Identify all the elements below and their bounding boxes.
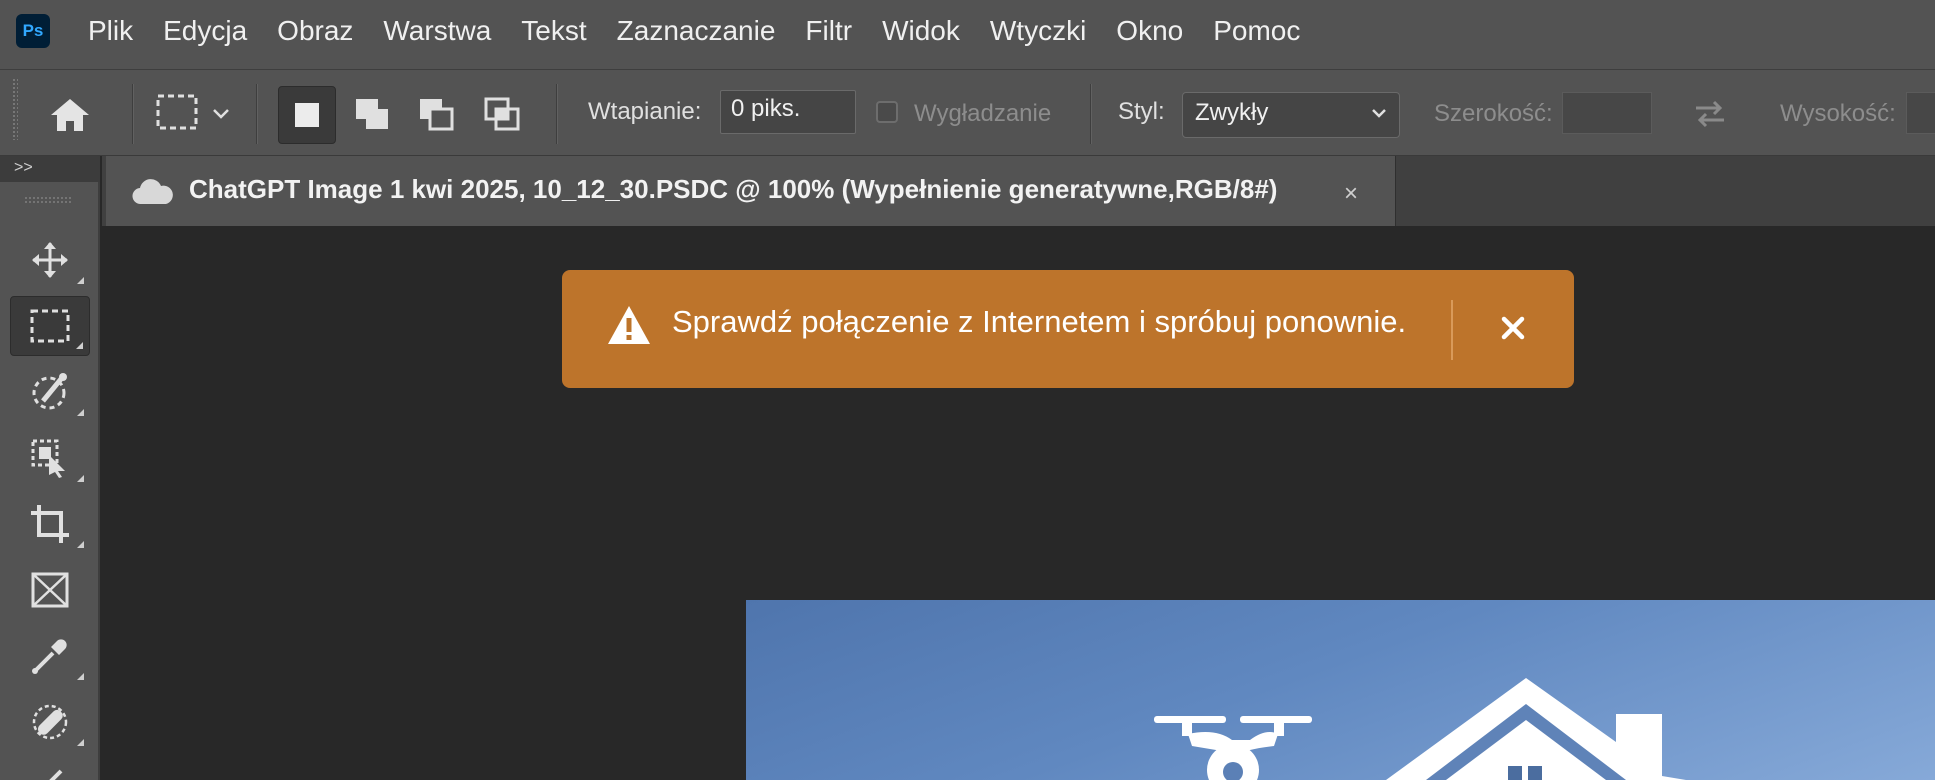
menu-image[interactable]: Obraz	[277, 15, 353, 47]
tools-panel-grip[interactable]	[24, 196, 72, 204]
menu-plugins[interactable]: Wtyczki	[990, 15, 1086, 47]
style-label: Styl:	[1118, 98, 1165, 125]
document-image[interactable]	[746, 600, 1935, 780]
antialias-label: Wygładzanie	[914, 100, 1052, 127]
feather-input[interactable]: 0 piks.	[720, 90, 856, 134]
home-button[interactable]	[46, 92, 94, 138]
warning-icon	[608, 306, 650, 344]
toast-message: Sprawdź połączenie z Internetem i spróbu…	[672, 304, 1407, 339]
close-icon	[1501, 316, 1525, 340]
rect-marquee-icon	[30, 309, 70, 343]
crop-tool[interactable]	[10, 494, 90, 554]
width-label: Szerokość:	[1434, 100, 1553, 127]
height-label: Wysokość:	[1780, 100, 1896, 127]
eyedropper-tool[interactable]	[10, 626, 90, 686]
home-icon	[51, 99, 89, 131]
options-separator	[556, 84, 558, 144]
style-select[interactable]: Zwykły	[1182, 92, 1400, 138]
toast-divider	[1451, 300, 1453, 360]
close-tab-icon[interactable]: ×	[1344, 180, 1358, 208]
connection-error-toast: Sprawdź połączenie z Internetem i spróbu…	[562, 270, 1574, 388]
tools-collapse-toggle[interactable]: >>	[0, 156, 100, 182]
antialias-checkbox[interactable]	[876, 101, 898, 123]
move-icon	[32, 242, 68, 278]
intersect-selection-icon	[484, 97, 520, 131]
swap-icon	[1696, 100, 1724, 128]
chevron-down-icon	[213, 109, 229, 119]
add-to-selection-button[interactable]	[344, 86, 402, 144]
quick-selection-tool[interactable]	[10, 362, 90, 422]
tool-group-indicator	[77, 277, 84, 284]
drone-house-artwork	[1154, 678, 1686, 780]
dismiss-toast-button[interactable]	[1491, 306, 1535, 350]
brush-icon	[49, 769, 63, 780]
healing-brush-tool[interactable]	[10, 692, 90, 752]
feather-label: Wtapianie:	[588, 98, 702, 125]
options-separator	[132, 84, 134, 144]
menu-edit[interactable]: Edycja	[163, 15, 247, 47]
object-selection-tool[interactable]	[10, 428, 90, 488]
rect-marquee-icon	[156, 94, 198, 130]
menu-bar: Ps Plik Edycja Obraz Warstwa Tekst Zazna…	[0, 0, 1935, 70]
add-selection-icon	[356, 99, 388, 129]
menu-window[interactable]: Okno	[1116, 15, 1183, 47]
subtract-from-selection-button[interactable]	[408, 86, 466, 144]
intersect-selection-button[interactable]	[474, 86, 532, 144]
eyedropper-icon	[32, 639, 67, 674]
tool-group-indicator	[77, 409, 84, 416]
move-tool[interactable]	[10, 230, 90, 290]
subtract-selection-icon	[420, 99, 454, 131]
object-selection-icon	[31, 439, 65, 478]
width-input[interactable]	[1562, 92, 1652, 134]
cloud-document-icon	[132, 179, 173, 205]
menu-filter[interactable]: Filtr	[805, 15, 852, 47]
style-select-value: Zwykły	[1195, 99, 1269, 126]
tool-preset-picker[interactable]	[148, 88, 238, 138]
menu-select[interactable]: Zaznaczanie	[617, 15, 776, 47]
document-tab-bar: ChatGPT Image 1 kwi 2025, 10_12_30.PSDC …	[102, 156, 1935, 226]
tools-panel: >>	[0, 156, 100, 780]
brush-tool[interactable]	[10, 754, 90, 780]
healing-brush-icon	[32, 704, 68, 740]
document-tab[interactable]: ChatGPT Image 1 kwi 2025, 10_12_30.PSDC …	[106, 156, 1396, 226]
tool-group-indicator	[77, 739, 84, 746]
tool-group-indicator	[77, 475, 84, 482]
menu-layer[interactable]: Warstwa	[383, 15, 491, 47]
rect-marquee-tool[interactable]	[10, 296, 90, 356]
menu-help[interactable]: Pomoc	[1213, 15, 1300, 47]
options-separator	[1090, 84, 1092, 144]
quick-selection-icon	[32, 373, 67, 410]
tool-group-indicator	[77, 673, 84, 680]
options-bar-grip[interactable]	[12, 78, 18, 140]
swap-dimensions-button[interactable]	[1688, 92, 1732, 136]
menu-items: Plik Edycja Obraz Warstwa Tekst Zaznacza…	[88, 0, 1300, 62]
menu-view[interactable]: Widok	[882, 15, 960, 47]
new-selection-button[interactable]	[278, 86, 336, 144]
menu-file[interactable]: Plik	[88, 15, 133, 47]
menu-type[interactable]: Tekst	[521, 15, 586, 47]
options-separator	[256, 84, 258, 144]
document-tab-title: ChatGPT Image 1 kwi 2025, 10_12_30.PSDC …	[189, 174, 1278, 204]
tool-group-indicator	[77, 541, 84, 548]
frame-tool[interactable]	[10, 560, 90, 620]
frame-icon	[31, 572, 69, 608]
crop-icon	[31, 505, 69, 543]
photoshop-logo: Ps	[16, 14, 50, 48]
new-selection-icon	[295, 103, 319, 127]
height-input[interactable]	[1906, 92, 1935, 134]
tool-group-indicator	[76, 342, 83, 349]
chevron-down-icon	[1372, 109, 1386, 118]
